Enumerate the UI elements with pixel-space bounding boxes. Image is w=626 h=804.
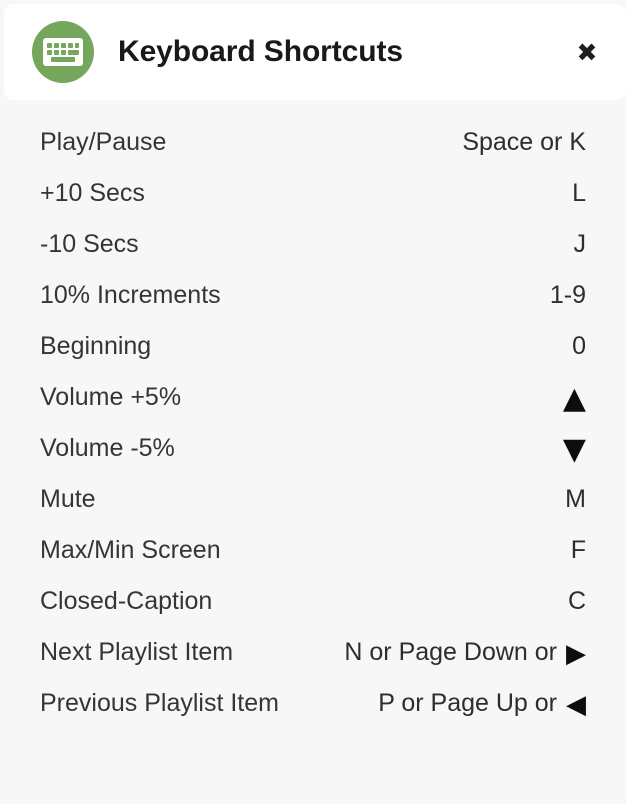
- shortcut-keys: ▼: [563, 434, 586, 464]
- shortcut-row: Mute M: [40, 474, 586, 525]
- dialog-header: Keyboard Shortcuts ✖: [4, 4, 626, 100]
- shortcut-keys: J: [574, 230, 587, 259]
- dialog-brand: Keyboard Shortcuts: [32, 21, 570, 83]
- shortcut-row: 10% Increments 1-9: [40, 270, 586, 321]
- shortcut-row: Max/Min Screen F: [40, 525, 586, 576]
- shortcut-row: Next Playlist Item N or Page Down or ▶: [40, 627, 586, 678]
- shortcut-action-label: Next Playlist Item: [40, 638, 234, 666]
- shortcut-keys-text: N or Page Down or: [344, 638, 557, 666]
- shortcut-action-label: Beginning: [40, 332, 152, 360]
- shortcut-action-label: Closed-Caption: [40, 587, 213, 615]
- shortcut-keys-text: 0: [572, 332, 586, 360]
- shortcut-keys: 1-9: [550, 281, 586, 310]
- shortcut-keys-text: Space or K: [462, 128, 586, 156]
- shortcut-keys: ▲: [563, 383, 586, 413]
- shortcut-keys-text: C: [567, 587, 586, 615]
- shortcut-arrow-icon: ▲: [562, 380, 586, 416]
- keyboard-shortcuts-dialog: Keyboard Shortcuts ✖ Play/Pause Space or …: [0, 0, 626, 804]
- shortcut-action-label: Mute: [40, 485, 96, 513]
- shortcut-action-label: Previous Playlist Item: [40, 689, 279, 717]
- shortcut-keys: P or Page Up or ◀: [378, 689, 586, 718]
- shortcut-action-label: Play/Pause: [40, 128, 167, 156]
- shortcut-keys-text: M: [565, 485, 586, 513]
- shortcut-keys: 0: [572, 332, 586, 361]
- shortcut-action-label: -10 Secs: [40, 230, 139, 258]
- shortcut-row: -10 Secs J: [40, 219, 586, 270]
- shortcut-keys: F: [571, 536, 586, 565]
- shortcut-action-label: Volume +5%: [40, 383, 182, 411]
- shortcut-row: Play/Pause Space or K: [40, 117, 586, 168]
- shortcut-action-label: Volume -5%: [40, 434, 175, 462]
- shortcut-row: Volume +5% ▲: [40, 372, 586, 423]
- page-title: Keyboard Shortcuts: [118, 35, 403, 68]
- shortcut-row: Previous Playlist Item P or Page Up or ◀: [40, 678, 586, 729]
- shortcut-keys-text: P or Page Up or: [378, 689, 557, 717]
- shortcut-row: Volume -5% ▼: [40, 423, 586, 474]
- shortcut-keys: N or Page Down or ▶: [344, 638, 586, 667]
- shortcut-action-label: +10 Secs: [40, 179, 145, 207]
- shortcut-keys: L: [572, 179, 586, 208]
- close-icon[interactable]: ✖: [570, 35, 604, 69]
- shortcut-keys-text: J: [573, 230, 587, 258]
- shortcut-list: Play/Pause Space or K +10 Secs L -10 Secs J 10…: [0, 117, 626, 729]
- shortcut-keys: Space or K: [462, 128, 586, 157]
- shortcut-action-label: Max/Min Screen: [40, 536, 221, 564]
- shortcut-action-label: 10% Increments: [40, 281, 221, 309]
- keyboard-icon: [32, 21, 94, 83]
- shortcut-keys: C: [568, 587, 586, 616]
- shortcut-keys-text: L: [572, 179, 586, 207]
- shortcut-keys: M: [565, 485, 586, 514]
- shortcut-arrow-icon: ◀: [566, 689, 586, 720]
- shortcut-row: +10 Secs L: [40, 168, 586, 219]
- shortcut-arrow-icon: ▼: [562, 431, 586, 467]
- shortcut-arrow-icon: ▶: [566, 638, 586, 669]
- shortcut-keys-text: 1-9: [549, 281, 586, 309]
- shortcut-row: Beginning 0: [40, 321, 586, 372]
- shortcut-row: Closed-Caption C: [40, 576, 586, 627]
- shortcut-keys-text: F: [570, 536, 586, 564]
